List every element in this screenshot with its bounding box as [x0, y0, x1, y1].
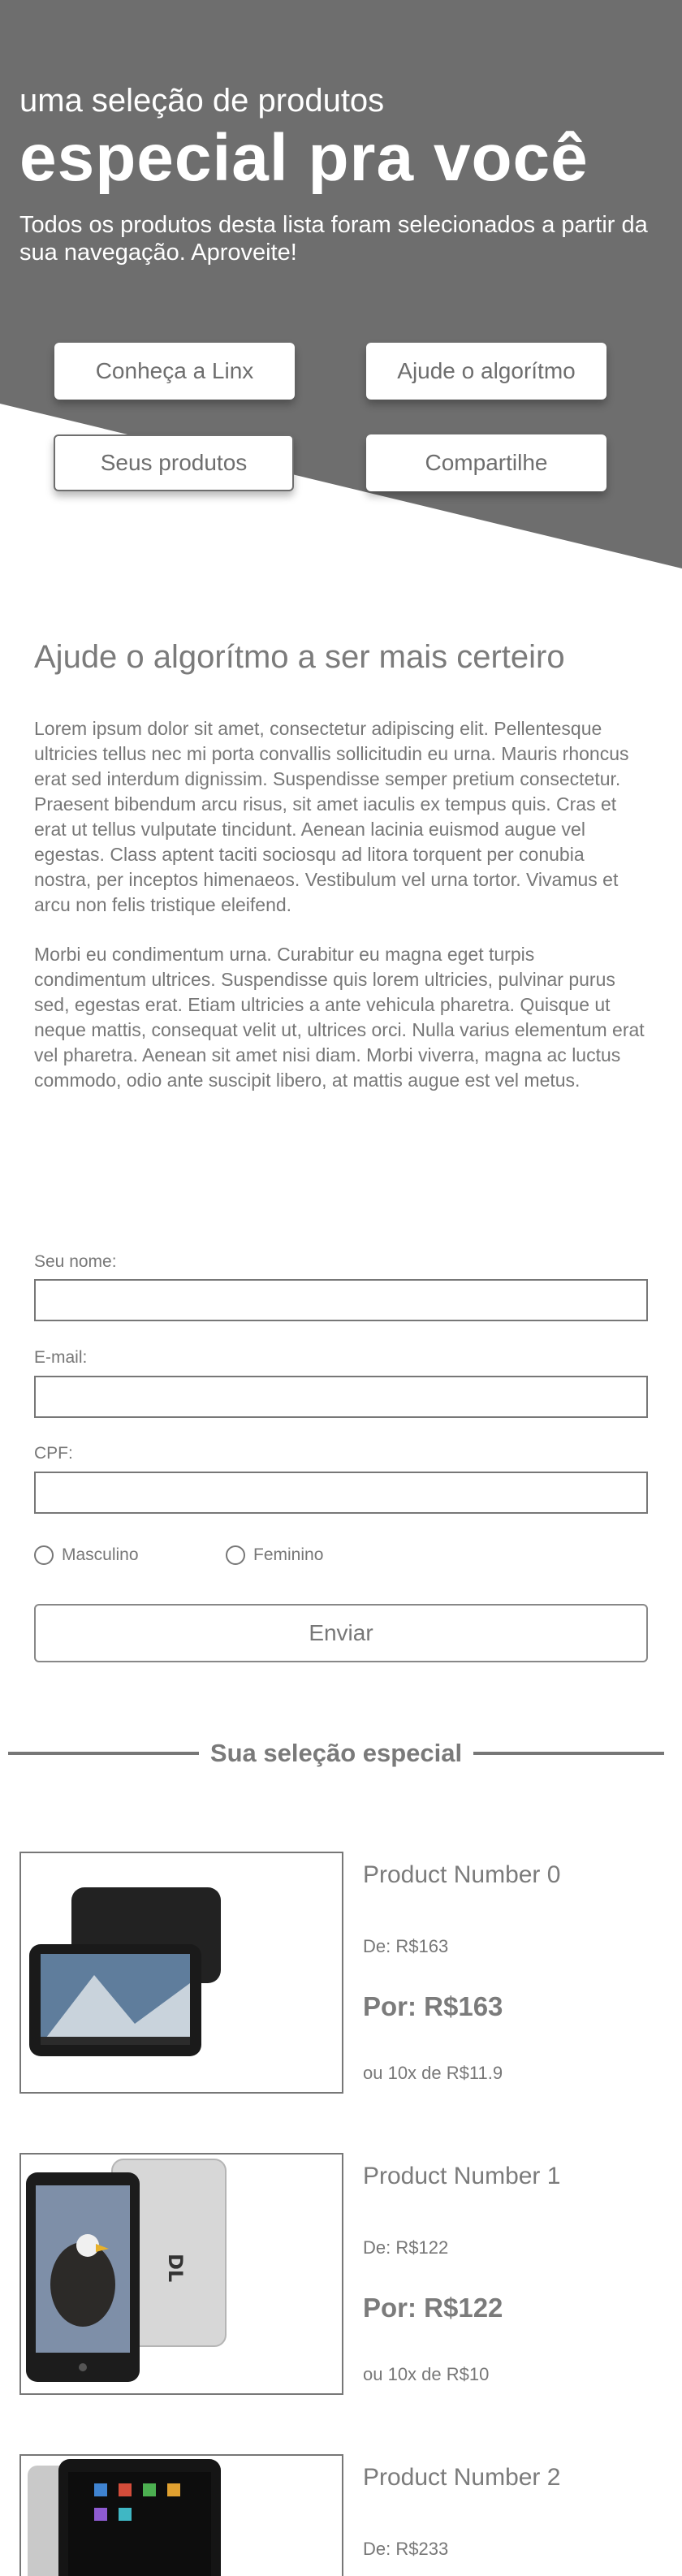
- ajude-algoritmo-button[interactable]: Ajude o algorítmo: [366, 343, 606, 400]
- product-card[interactable]: Product Number 0 De: R$163 Por: R$163 ou…: [0, 1852, 682, 2095]
- radio-feminino-label: Feminino: [253, 1545, 324, 1564]
- section-title: Ajude o algorítmo a ser mais certeiro: [34, 639, 565, 675]
- enviar-button[interactable]: Enviar: [34, 1604, 648, 1662]
- radio-circle-icon[interactable]: [34, 1545, 54, 1565]
- cpf-field[interactable]: [34, 1472, 648, 1514]
- product-card[interactable]: DL Product Number 1 De: R$122 Por: R$122…: [0, 2153, 682, 2397]
- conheca-linx-button[interactable]: Conheça a Linx: [54, 343, 295, 400]
- tablet-image-icon: [29, 1887, 221, 2056]
- name-field[interactable]: [34, 1279, 648, 1321]
- hero-subtitle: uma seleção de produtos: [19, 83, 385, 119]
- product-card[interactable]: Product Number 2 De: R$233: [0, 2454, 682, 2576]
- product-name[interactable]: Product Number 1: [363, 2163, 560, 2190]
- selection-heading: Sua seleção especial: [209, 1739, 463, 1767]
- divider-line-right: [473, 1752, 665, 1755]
- product-price: Por: R$163: [363, 1991, 503, 2021]
- hero-title: especial pra você: [19, 121, 589, 195]
- product-image[interactable]: DL: [19, 2153, 343, 2395]
- radio-masculino[interactable]: Masculino: [34, 1545, 139, 1565]
- product-old-price: De: R$122: [363, 2237, 449, 2258]
- product-name[interactable]: Product Number 0: [363, 1861, 560, 1889]
- tablet-image-icon: DL: [26, 2159, 227, 2382]
- product-name[interactable]: Product Number 2: [363, 2464, 560, 2492]
- hero-banner: uma seleção de produtos especial pra voc…: [0, 0, 682, 568]
- name-label: Seu nome:: [34, 1252, 117, 1271]
- email-field[interactable]: [34, 1376, 648, 1418]
- product-old-price: De: R$233: [363, 2539, 449, 2559]
- radio-feminino[interactable]: Feminino: [226, 1545, 323, 1565]
- divider-line-left: [8, 1752, 199, 1755]
- compartilhe-button[interactable]: Compartilhe: [366, 434, 606, 491]
- product-image[interactable]: [19, 1852, 343, 2094]
- selection-divider: Sua seleção especial: [8, 1738, 665, 1769]
- product-image[interactable]: [19, 2454, 343, 2576]
- tablet-image-icon: [28, 2459, 221, 2576]
- email-label: E-mail:: [34, 1348, 88, 1367]
- product-old-price: De: R$163: [363, 1936, 449, 1956]
- paragraph-1: Lorem ipsum dolor sit amet, consectetur …: [34, 718, 629, 915]
- product-installments: ou 10x de R$10: [363, 2364, 490, 2384]
- paragraph-2: Morbi eu condimentum urna. Curabitur eu …: [34, 944, 645, 1091]
- cpf-label: CPF:: [34, 1444, 73, 1463]
- seus-produtos-button[interactable]: Seus produtos: [54, 434, 294, 491]
- radio-circle-icon[interactable]: [226, 1545, 245, 1565]
- product-installments: ou 10x de R$11.9: [363, 2063, 503, 2083]
- product-price: Por: R$122: [363, 2293, 503, 2323]
- hero-description: Todos os produtos desta lista foram sele…: [19, 212, 648, 266]
- radio-masculino-label: Masculino: [62, 1545, 139, 1564]
- hero-text: uma seleção de produtos especial pra voc…: [19, 81, 669, 266]
- svg-text:DL: DL: [164, 2254, 187, 2282]
